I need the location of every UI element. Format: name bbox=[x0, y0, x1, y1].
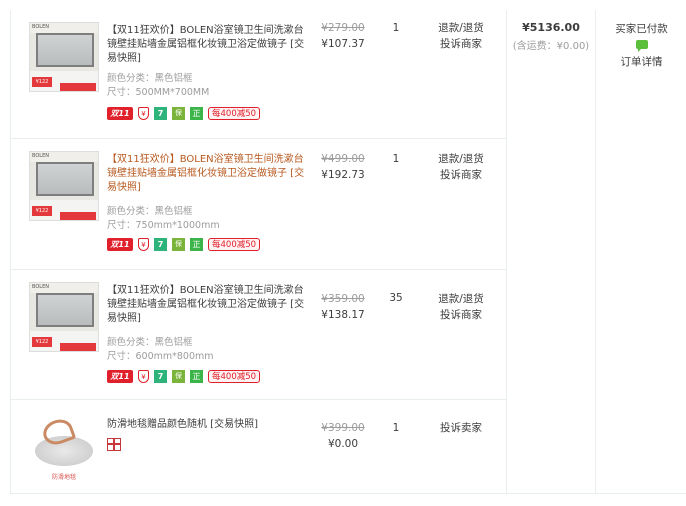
service-badges: 双11 ¥ 7 保 正 每400减50 bbox=[107, 238, 261, 251]
product-thumbnail[interactable]: 防滑地毯 bbox=[29, 414, 99, 484]
complain-merchant-link[interactable]: 投诉商家 bbox=[426, 307, 496, 323]
product-title-link[interactable]: 防滑地毯赠品颜色随机 [交易快照] bbox=[107, 418, 307, 432]
original-price: ¥359.00 bbox=[321, 293, 365, 305]
price-cell: ¥279.00 ¥107.37 bbox=[315, 20, 371, 52]
order-detail-link[interactable]: 订单详情 bbox=[596, 54, 686, 69]
item-operations: 退款/退货 投诉商家 bbox=[426, 151, 496, 183]
order-items: BOLEN ¥122 【双11狂欢价】BOLEN浴室镜卫生间洗漱台镜壁挂贴墙金属… bbox=[11, 10, 506, 494]
double11-badge[interactable]: 双11 bbox=[107, 370, 133, 383]
thumbnail-brand: BOLEN bbox=[32, 284, 49, 290]
thumbnail-price-tag: ¥122 bbox=[32, 77, 52, 87]
shield-icon[interactable]: ¥ bbox=[138, 238, 149, 251]
order-status-column: 买家已付款 订单详情 bbox=[596, 10, 686, 494]
item-operations: 投诉卖家 bbox=[426, 420, 496, 436]
order-table: BOLEN ¥122 【双11狂欢价】BOLEN浴室镜卫生间洗漱台镜壁挂贴墙金属… bbox=[10, 10, 686, 494]
product-thumbnail[interactable]: BOLEN ¥122 bbox=[29, 22, 99, 92]
order-item-row: BOLEN ¥122 【双11狂欢价】BOLEN浴室镜卫生间洗漱台镜壁挂贴墙金属… bbox=[11, 139, 506, 270]
service-badges: 双11 ¥ 7 保 正 每400减50 bbox=[107, 370, 261, 383]
order-total-column: ¥5136.00 (含运费：¥0.00) bbox=[506, 10, 596, 494]
sku-size: 尺寸：500MM*700MM bbox=[107, 87, 210, 98]
refund-return-link[interactable]: 退款/退货 bbox=[426, 20, 496, 36]
seven-day-return-icon[interactable]: 7 bbox=[154, 107, 167, 120]
order-item-row: BOLEN ¥122 【双11狂欢价】BOLEN浴室镜卫生间洗漱台镜壁挂贴墙金属… bbox=[11, 10, 506, 139]
seven-day-return-icon[interactable]: 7 bbox=[154, 370, 167, 383]
product-title-link[interactable]: 【双11狂欢价】BOLEN浴室镜卫生间洗漱台镜壁挂贴墙金属铝框化妆镜卫浴定做镜子… bbox=[107, 284, 305, 326]
thumbnail-brand: BOLEN bbox=[32, 24, 49, 30]
refund-return-link[interactable]: 退款/退货 bbox=[426, 291, 496, 307]
quantity: 1 bbox=[392, 153, 400, 165]
product-title-link[interactable]: 【双11狂欢价】BOLEN浴室镜卫生间洗漱台镜壁挂贴墙金属铝框化妆镜卫浴定做镜子… bbox=[107, 24, 305, 66]
order-item-row: 防滑地毯 防滑地毯赠品颜色随机 [交易快照] ¥399.00 ¥0.00 1 投… bbox=[11, 400, 506, 494]
shield-icon[interactable]: ¥ bbox=[138, 370, 149, 383]
price-cell: ¥499.00 ¥192.73 bbox=[315, 151, 371, 183]
paid-price: ¥0.00 bbox=[327, 438, 359, 450]
sku-color: 颜色分类：黑色铝框 bbox=[107, 206, 193, 217]
item-operations: 退款/退货 投诉商家 bbox=[426, 291, 496, 323]
sku-color: 颜色分类：黑色铝框 bbox=[107, 73, 193, 84]
original-price: ¥399.00 bbox=[321, 422, 365, 434]
seven-day-return-icon[interactable]: 7 bbox=[154, 238, 167, 251]
item-operations: 退款/退货 投诉商家 bbox=[426, 20, 496, 52]
product-thumbnail[interactable]: BOLEN ¥122 bbox=[29, 282, 99, 352]
thumbnail-brand: BOLEN bbox=[32, 153, 49, 159]
order-status: 买家已付款 bbox=[615, 23, 668, 35]
chat-icon[interactable] bbox=[635, 40, 648, 52]
product-title-link[interactable]: 【双11狂欢价】BOLEN浴室镜卫生间洗漱台镜壁挂贴墙金属铝框化妆镜卫浴定做镜子… bbox=[107, 153, 305, 195]
shield-icon[interactable]: ¥ bbox=[138, 107, 149, 120]
promo-badge[interactable]: 每400减50 bbox=[208, 107, 261, 120]
gift-icon bbox=[107, 438, 121, 451]
paid-price: ¥107.37 bbox=[321, 38, 365, 50]
complain-merchant-link[interactable]: 投诉商家 bbox=[426, 167, 496, 183]
promo-badge[interactable]: 每400减50 bbox=[208, 370, 261, 383]
guarantee-icon[interactable]: 保 bbox=[172, 238, 185, 251]
product-thumbnail[interactable]: BOLEN ¥122 bbox=[29, 151, 99, 221]
order-item-row: BOLEN ¥122 【双11狂欢价】BOLEN浴室镜卫生间洗漱台镜壁挂贴墙金属… bbox=[11, 270, 506, 400]
authentic-icon[interactable]: 正 bbox=[190, 370, 203, 383]
sku-color: 颜色分类：黑色铝框 bbox=[107, 337, 193, 348]
sku-size: 尺寸：600mm*800mm bbox=[107, 351, 214, 362]
service-badges: 双11 ¥ 7 保 正 每400减50 bbox=[107, 107, 261, 120]
complain-seller-link[interactable]: 投诉卖家 bbox=[426, 420, 496, 436]
sku-size: 尺寸：750mm*1000mm bbox=[107, 220, 220, 231]
shipping-fee: (含运费：¥0.00) bbox=[512, 41, 590, 52]
complain-merchant-link[interactable]: 投诉商家 bbox=[426, 36, 496, 52]
guarantee-icon[interactable]: 保 bbox=[172, 370, 185, 383]
promo-badge[interactable]: 每400减50 bbox=[208, 238, 261, 251]
paid-price: ¥192.73 bbox=[321, 169, 365, 181]
original-price: ¥499.00 bbox=[321, 153, 365, 165]
thumbnail-price-tag: ¥122 bbox=[32, 206, 52, 216]
double11-badge[interactable]: 双11 bbox=[107, 107, 133, 120]
double11-badge[interactable]: 双11 bbox=[107, 238, 133, 251]
quantity: 1 bbox=[392, 422, 400, 434]
authentic-icon[interactable]: 正 bbox=[190, 107, 203, 120]
guarantee-icon[interactable]: 保 bbox=[172, 107, 185, 120]
original-price: ¥279.00 bbox=[321, 22, 365, 34]
authentic-icon[interactable]: 正 bbox=[190, 238, 203, 251]
price-cell: ¥399.00 ¥0.00 bbox=[315, 420, 371, 452]
paid-price: ¥138.17 bbox=[321, 309, 365, 321]
order-total: ¥5136.00 bbox=[522, 21, 580, 34]
refund-return-link[interactable]: 退款/退货 bbox=[426, 151, 496, 167]
quantity: 35 bbox=[389, 292, 403, 304]
price-cell: ¥359.00 ¥138.17 bbox=[315, 291, 371, 323]
thumbnail-price-tag: ¥122 bbox=[32, 337, 52, 347]
quantity: 1 bbox=[392, 22, 400, 34]
thumbnail-caption: 防滑地毯 bbox=[51, 474, 76, 481]
